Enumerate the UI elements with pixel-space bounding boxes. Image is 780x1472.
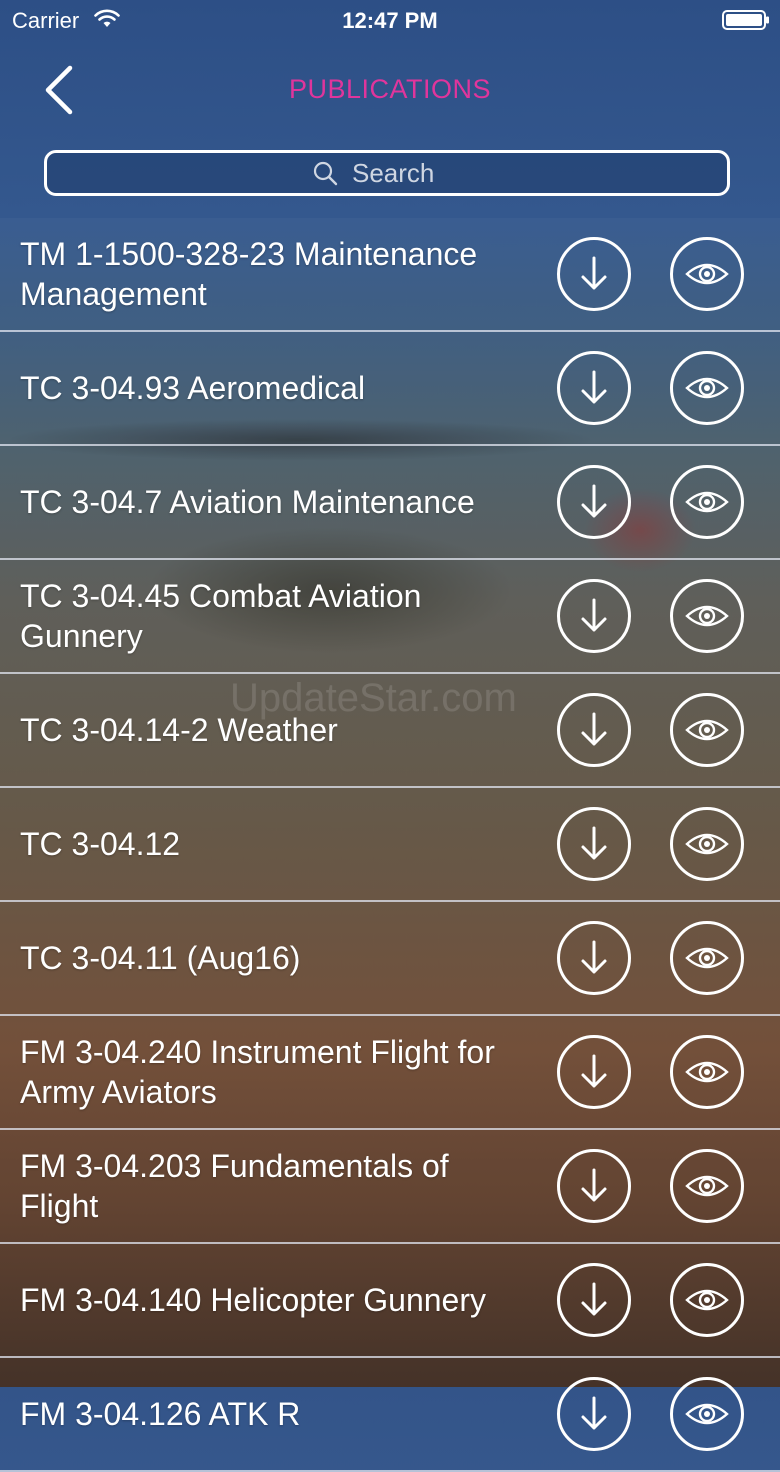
view-button[interactable] xyxy=(670,237,744,311)
view-button[interactable] xyxy=(670,1149,744,1223)
publication-title: TC 3-04.93 Aeromedical xyxy=(20,370,366,406)
view-button[interactable] xyxy=(670,921,744,995)
download-button[interactable] xyxy=(557,237,631,311)
eye-icon xyxy=(685,1403,729,1425)
download-button[interactable] xyxy=(557,693,631,767)
navigation-bar: PUBLICATIONS xyxy=(0,40,780,140)
list-item[interactable]: FM 3-04.240 Instrument Flight for Army A… xyxy=(0,1016,780,1130)
download-button[interactable] xyxy=(557,1035,631,1109)
eye-icon xyxy=(685,1289,729,1311)
download-arrow-icon xyxy=(581,1168,607,1202)
eye-icon xyxy=(685,263,729,285)
view-button[interactable] xyxy=(670,465,744,539)
download-arrow-icon xyxy=(581,370,607,404)
list-item[interactable]: TC 3-04.45 Combat Aviation Gunnery xyxy=(0,560,780,674)
download-arrow-icon xyxy=(581,940,607,974)
page-title: PUBLICATIONS xyxy=(288,74,492,104)
view-button[interactable] xyxy=(670,1035,744,1109)
download-arrow-icon xyxy=(581,826,607,860)
eye-icon xyxy=(685,947,729,969)
list-item[interactable]: TC 3-04.7 Aviation Maintenance xyxy=(0,446,780,560)
download-button[interactable] xyxy=(557,1149,631,1223)
publication-title: FM 3-04.203 Fundamentals of Flight xyxy=(20,1148,449,1224)
search-icon xyxy=(313,161,338,186)
view-button[interactable] xyxy=(670,579,744,653)
list-item[interactable]: FM 3-04.140 Helicopter Gunnery xyxy=(0,1244,780,1358)
publication-title: TC 3-04.12 xyxy=(20,826,181,862)
publication-title: TC 3-04.45 Combat Aviation Gunnery xyxy=(20,578,422,654)
list-item[interactable]: TC 3-04.12 xyxy=(0,788,780,902)
download-button[interactable] xyxy=(557,579,631,653)
list-item[interactable]: TC 3-04.93 Aeromedical xyxy=(0,332,780,446)
search-input[interactable] xyxy=(352,157,462,189)
eye-icon xyxy=(685,719,729,741)
download-button[interactable] xyxy=(557,807,631,881)
search-bar[interactable] xyxy=(44,150,730,196)
view-button[interactable] xyxy=(670,1263,744,1337)
status-time: 12:47 PM xyxy=(342,8,438,33)
download-arrow-icon xyxy=(581,484,607,518)
publication-title: TC 3-04.7 Aviation Maintenance xyxy=(20,484,475,520)
download-arrow-icon xyxy=(581,1054,607,1088)
list-item[interactable]: FM 3-04.203 Fundamentals of Flight xyxy=(0,1130,780,1244)
list-item[interactable]: TC 3-04.11 (Aug16) xyxy=(0,902,780,1016)
download-arrow-icon xyxy=(581,712,607,746)
eye-icon xyxy=(685,377,729,399)
status-bar: Carrier 12:47 PM xyxy=(0,0,780,40)
eye-icon xyxy=(685,833,729,855)
view-button[interactable] xyxy=(670,693,744,767)
publication-title: FM 3-04.126 ATK R xyxy=(20,1396,301,1432)
download-button[interactable] xyxy=(557,351,631,425)
download-arrow-icon xyxy=(581,256,607,290)
publication-title: TC 3-04.11 (Aug16) xyxy=(20,940,301,976)
battery-icon xyxy=(722,10,769,30)
list-item[interactable]: FM 3-04.126 ATK R xyxy=(0,1358,780,1472)
eye-icon xyxy=(685,605,729,627)
publication-title: FM 3-04.240 Instrument Flight for Army A… xyxy=(20,1034,495,1110)
publications-list: TM 1-1500-328-23 Maintenance Management … xyxy=(0,218,780,1472)
view-button[interactable] xyxy=(670,807,744,881)
list-item[interactable]: TC 3-04.14-2 Weather xyxy=(0,674,780,788)
publication-title: TC 3-04.14-2 Weather xyxy=(20,712,338,748)
download-arrow-icon xyxy=(581,598,607,632)
download-arrow-icon xyxy=(581,1282,607,1316)
publication-title: FM 3-04.140 Helicopter Gunnery xyxy=(20,1282,486,1318)
download-button[interactable] xyxy=(557,921,631,995)
list-item[interactable]: TM 1-1500-328-23 Maintenance Management xyxy=(0,218,780,332)
view-button[interactable] xyxy=(670,1377,744,1451)
eye-icon xyxy=(685,1061,729,1083)
view-button[interactable] xyxy=(670,351,744,425)
publication-title: TM 1-1500-328-23 Maintenance Management xyxy=(20,236,478,312)
eye-icon xyxy=(685,1175,729,1197)
download-button[interactable] xyxy=(557,1263,631,1337)
download-arrow-icon xyxy=(581,1396,607,1430)
eye-icon xyxy=(685,491,729,513)
download-button[interactable] xyxy=(557,1377,631,1451)
download-button[interactable] xyxy=(557,465,631,539)
